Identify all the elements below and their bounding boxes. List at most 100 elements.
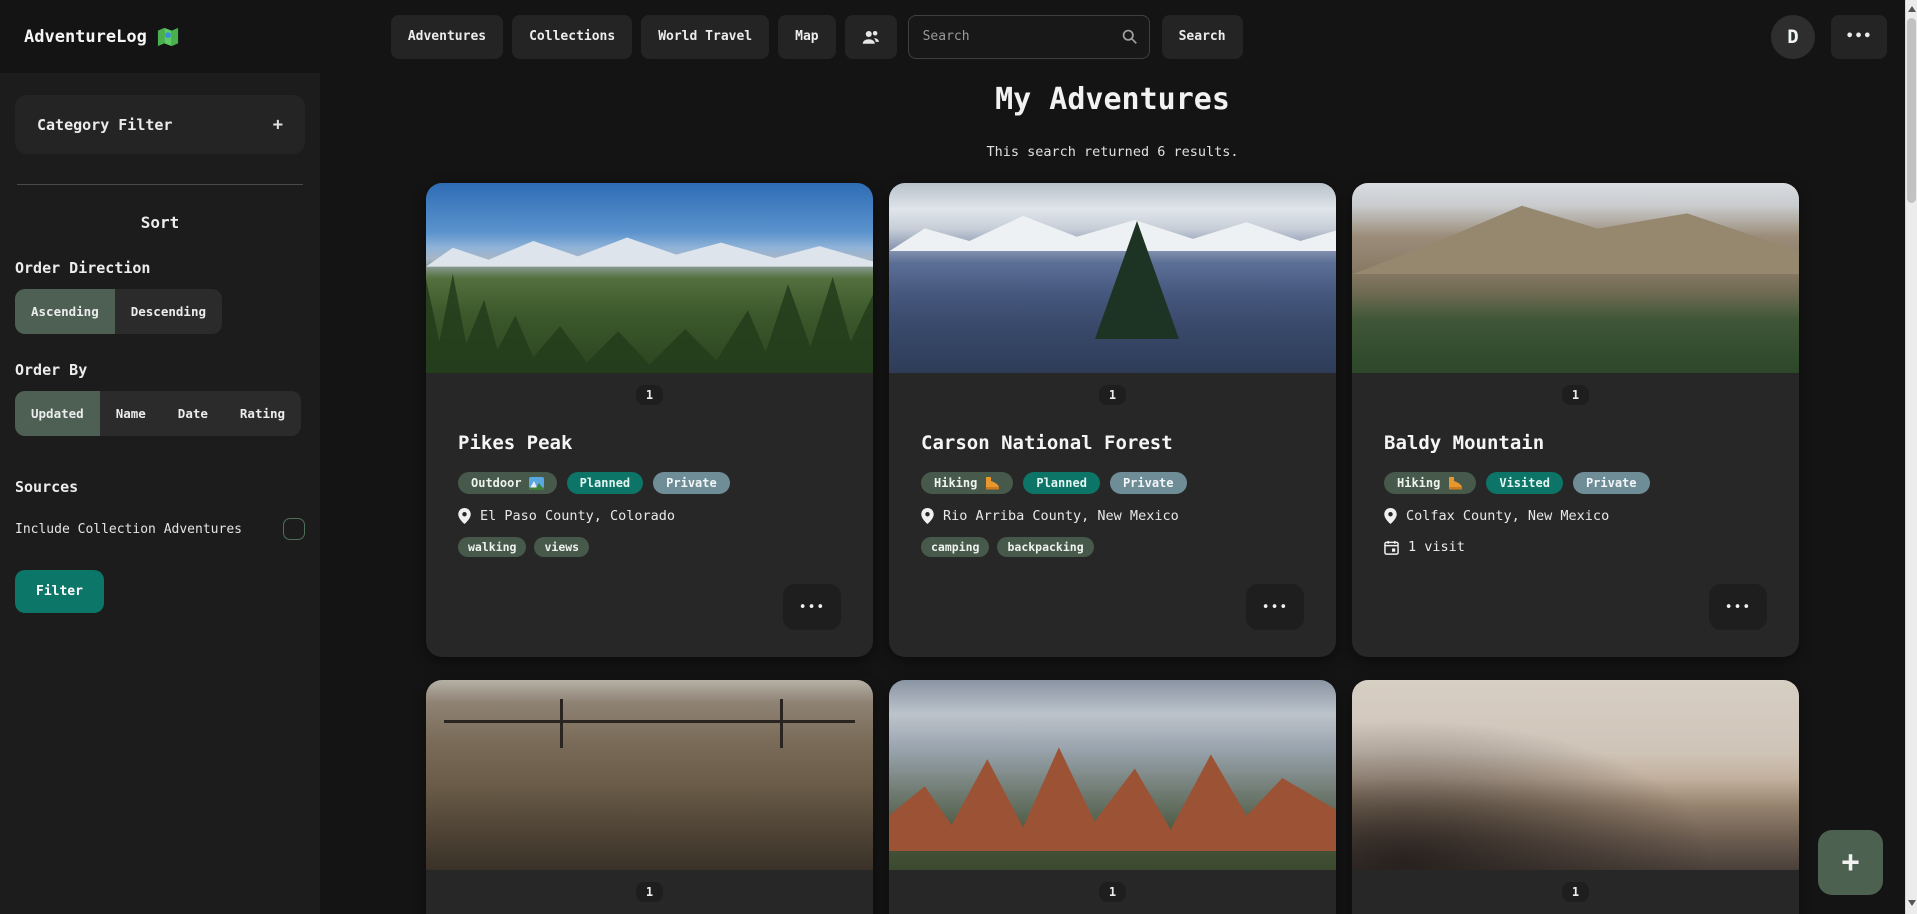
search-input[interactable] xyxy=(908,15,1150,59)
adventure-card[interactable]: 1 xyxy=(889,680,1336,914)
hiking-boot-icon xyxy=(1447,477,1463,490)
order-direction-group: Ascending Descending xyxy=(15,289,222,334)
nav-collections-button[interactable]: Collections xyxy=(512,15,632,59)
category-label: Hiking xyxy=(934,476,977,490)
order-by-name-button[interactable]: Name xyxy=(100,391,162,436)
include-collection-label: Include Collection Adventures xyxy=(15,522,242,537)
scroll-up-icon[interactable] xyxy=(1908,6,1916,12)
category-badge: Hiking xyxy=(1384,472,1476,494)
order-by-updated-button[interactable]: Updated xyxy=(15,391,100,436)
avatar[interactable]: D xyxy=(1771,15,1815,59)
location-row: Colfax County, New Mexico xyxy=(1384,508,1767,524)
main-content: My Adventures This search returned 6 res… xyxy=(320,73,1905,914)
nav-adventures-button[interactable]: Adventures xyxy=(391,15,503,59)
users-icon xyxy=(862,29,880,45)
adventure-title[interactable]: Pikes Peak xyxy=(458,432,841,454)
search-field-wrap xyxy=(908,15,1150,59)
sort-heading: Sort xyxy=(15,213,305,232)
order-by-rating-button[interactable]: Rating xyxy=(224,391,301,436)
adventure-card[interactable]: 1 Baldy Mountain Hiking Visited Private … xyxy=(1352,183,1799,657)
tag-badge: camping xyxy=(921,537,989,557)
adventure-photo[interactable] xyxy=(426,183,873,373)
adventure-card[interactable]: 1 Carson National Forest Hiking Planned … xyxy=(889,183,1336,657)
image-count-badge: 1 xyxy=(636,882,663,902)
adventure-grid: 1 Pikes Peak Outdoor Planned Private El … xyxy=(426,183,1799,914)
top-navbar: AdventureLog Adventures Collections Worl… xyxy=(0,0,1917,73)
visit-count-text: 1 visit xyxy=(1408,539,1465,555)
order-by-group: Updated Name Date Rating xyxy=(15,391,301,436)
category-filter-toggle[interactable]: Category Filter + xyxy=(15,95,305,154)
search-button[interactable]: Search xyxy=(1162,15,1243,59)
include-collection-checkbox[interactable] xyxy=(283,518,305,540)
sidebar-divider xyxy=(17,184,303,185)
include-collection-row: Include Collection Adventures xyxy=(15,518,305,540)
tag-row: campingbackpacking xyxy=(921,537,1304,557)
card-body: Baldy Mountain Hiking Visited Private Co… xyxy=(1352,432,1799,555)
scroll-down-icon[interactable] xyxy=(1908,900,1916,906)
location-row: El Paso County, Colorado xyxy=(458,508,841,524)
results-text: This search returned 6 results. xyxy=(320,144,1905,160)
filter-sidebar: Category Filter + Sort Order Direction A… xyxy=(0,73,320,914)
adventure-photo[interactable] xyxy=(1352,183,1799,373)
adventure-card[interactable]: 1 xyxy=(426,680,873,914)
search-icon xyxy=(1121,28,1138,45)
order-by-date-button[interactable]: Date xyxy=(162,391,224,436)
image-count-badge: 1 xyxy=(1099,882,1126,902)
pin-icon xyxy=(1384,508,1397,524)
app-title: AdventureLog xyxy=(24,27,147,47)
badge-row: Outdoor Planned Private xyxy=(458,472,841,494)
national-park-icon xyxy=(529,477,544,490)
app-logo[interactable]: AdventureLog xyxy=(24,26,179,48)
main-nav: Adventures Collections World Travel Map xyxy=(391,15,897,59)
card-more-button[interactable]: ••• xyxy=(1246,584,1304,630)
card-body: Carson National Forest Hiking Planned Pr… xyxy=(889,432,1336,557)
add-adventure-button[interactable]: + xyxy=(1818,830,1883,895)
status-badge: Visited xyxy=(1486,472,1563,494)
expand-plus-icon: + xyxy=(273,115,283,135)
image-count-badge: 1 xyxy=(1562,385,1589,405)
pin-icon xyxy=(458,508,471,524)
page-title: My Adventures xyxy=(320,82,1905,117)
calendar-icon xyxy=(1384,540,1399,555)
nav-map-button[interactable]: Map xyxy=(778,15,835,59)
order-direction-descending-button[interactable]: Descending xyxy=(115,289,222,334)
nav-users-button[interactable] xyxy=(845,15,897,59)
map-logo-icon xyxy=(157,26,179,48)
image-count-badge: 1 xyxy=(1562,882,1589,902)
vertical-scrollbar[interactable] xyxy=(1905,0,1917,914)
hiking-boot-icon xyxy=(984,477,1000,490)
adventure-photo[interactable] xyxy=(889,183,1336,373)
card-more-button[interactable]: ••• xyxy=(1709,584,1767,630)
filter-button[interactable]: Filter xyxy=(15,570,104,613)
scrollbar-thumb[interactable] xyxy=(1907,18,1916,203)
badge-row: Hiking Visited Private xyxy=(1384,472,1767,494)
nav-world-travel-button[interactable]: World Travel xyxy=(641,15,769,59)
pin-icon xyxy=(921,508,934,524)
card-more-button[interactable]: ••• xyxy=(783,584,841,630)
adventure-card[interactable]: 1 xyxy=(1352,680,1799,914)
navbar-more-button[interactable]: ••• xyxy=(1831,15,1887,59)
image-count-badge: 1 xyxy=(636,385,663,405)
adventure-card[interactable]: 1 Pikes Peak Outdoor Planned Private El … xyxy=(426,183,873,657)
adventure-title[interactable]: Carson National Forest xyxy=(921,432,1304,454)
adventure-photo[interactable] xyxy=(1352,680,1799,870)
order-direction-ascending-button[interactable]: Ascending xyxy=(15,289,115,334)
badge-row: Hiking Planned Private xyxy=(921,472,1304,494)
image-count-badge: 1 xyxy=(1099,385,1126,405)
adventure-photo[interactable] xyxy=(889,680,1336,870)
category-filter-label: Category Filter xyxy=(37,116,172,134)
order-by-label: Order By xyxy=(15,361,305,379)
status-badge: Planned xyxy=(1023,472,1100,494)
sources-heading: Sources xyxy=(15,478,305,496)
tag-badge: walking xyxy=(458,537,526,557)
tag-row: walkingviews xyxy=(458,537,841,557)
visibility-badge: Private xyxy=(653,472,730,494)
status-badge: Planned xyxy=(567,472,644,494)
location-text: El Paso County, Colorado xyxy=(480,508,675,524)
category-badge: Outdoor xyxy=(458,472,557,494)
adventure-title[interactable]: Baldy Mountain xyxy=(1384,432,1767,454)
location-text: Colfax County, New Mexico xyxy=(1406,508,1609,524)
category-badge: Hiking xyxy=(921,472,1013,494)
visibility-badge: Private xyxy=(1573,472,1650,494)
adventure-photo[interactable] xyxy=(426,680,873,870)
